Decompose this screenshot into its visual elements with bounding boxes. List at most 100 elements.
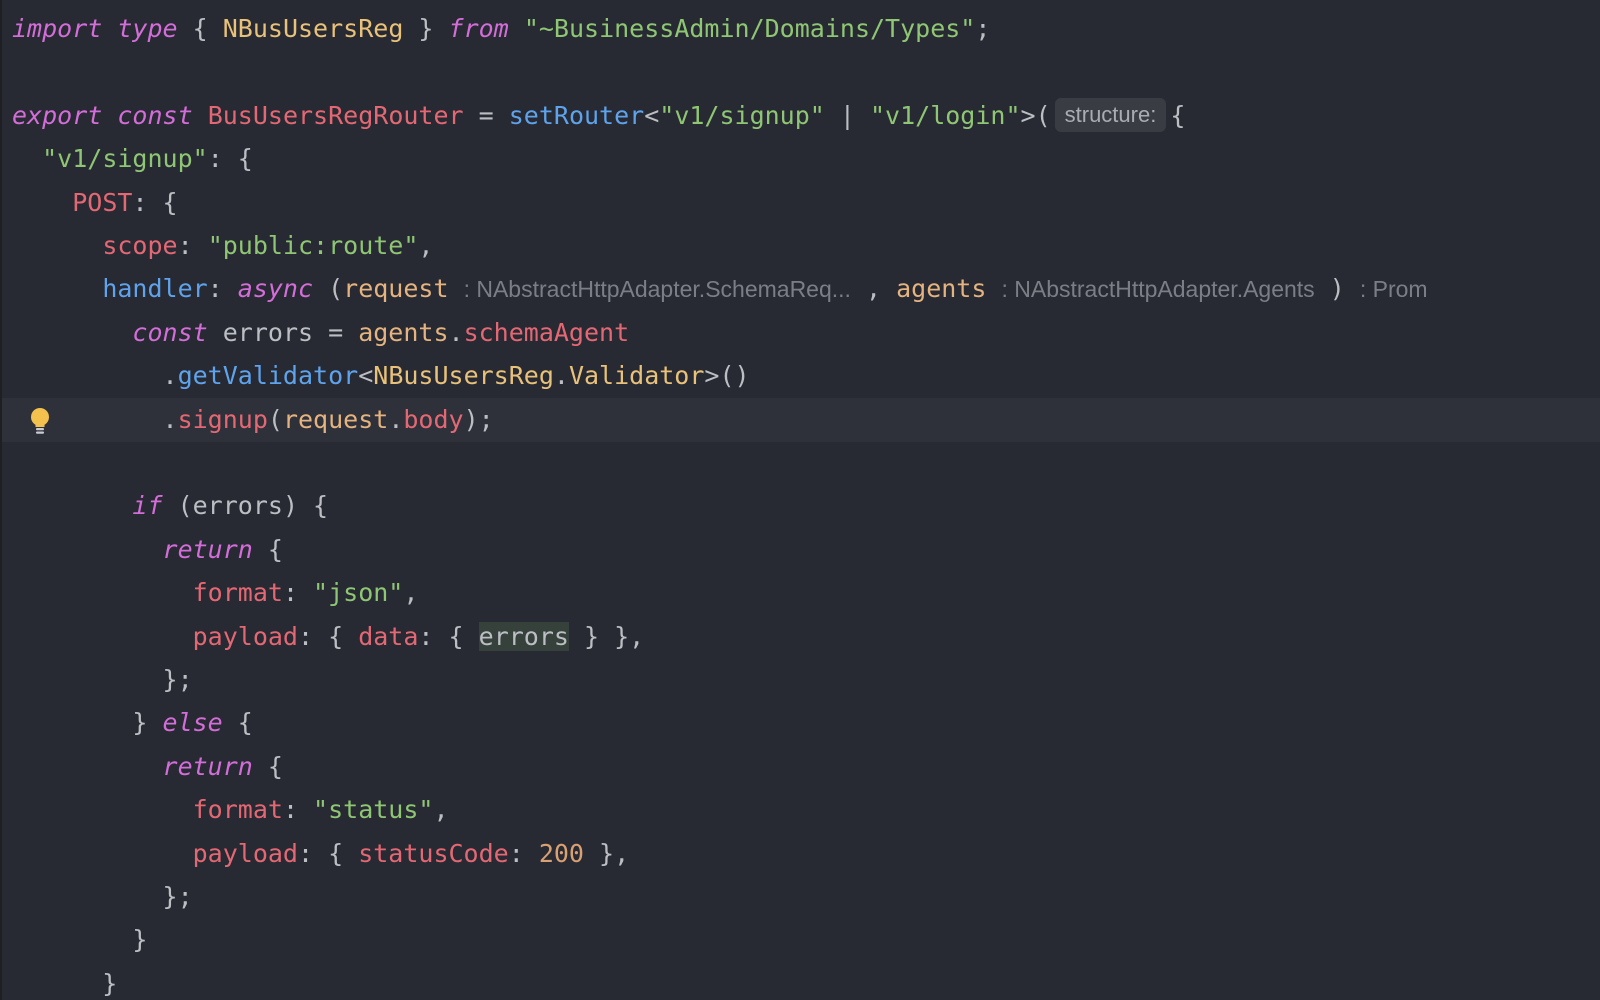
code-text: } else { bbox=[12, 701, 253, 745]
code-line[interactable] bbox=[2, 441, 1600, 485]
code-token: type bbox=[117, 14, 178, 43]
code-token: async bbox=[237, 274, 314, 304]
code-text: format: "json", bbox=[12, 571, 419, 615]
code-line[interactable] bbox=[2, 50, 1600, 94]
code-line[interactable]: return { bbox=[2, 528, 1600, 572]
code-line[interactable]: POST: { bbox=[2, 181, 1600, 225]
code-text: .getValidator<NBusUsersReg.Validator>() bbox=[12, 354, 750, 398]
code-line[interactable]: if (errors) { bbox=[2, 484, 1600, 528]
code-token: NBusUsersReg bbox=[373, 361, 554, 391]
code-line[interactable]: "v1/signup": { bbox=[2, 137, 1600, 181]
code-token: { bbox=[222, 708, 253, 738]
code-token: handler bbox=[102, 274, 208, 304]
code-token: >( bbox=[1020, 100, 1051, 130]
code-line[interactable]: .signup(request.body); bbox=[2, 397, 1600, 442]
code-line[interactable]: }; bbox=[2, 875, 1600, 919]
code-text: if (errors) { bbox=[12, 484, 328, 528]
code-line[interactable]: .getValidator<NBusUsersReg.Validator>() bbox=[2, 354, 1600, 398]
code-text: scope: "public:route", bbox=[12, 224, 433, 268]
code-text: "v1/signup": { bbox=[12, 137, 253, 181]
code-line[interactable]: format: "status", bbox=[2, 788, 1600, 832]
code-token: "~BusinessAdmin/Domains/Types" bbox=[523, 14, 976, 43]
code-line[interactable]: format: "json", bbox=[2, 571, 1600, 615]
code-token: ( bbox=[313, 274, 344, 304]
code-editor[interactable]: import type { NBusUsersReg } from "~Busi… bbox=[0, 0, 1600, 1000]
code-token: : { bbox=[297, 621, 359, 651]
code-token: ) bbox=[1314, 274, 1360, 304]
code-token: = bbox=[463, 100, 509, 130]
code-text: } bbox=[12, 918, 147, 962]
code-token: return bbox=[162, 751, 253, 781]
code-token: 200 bbox=[538, 838, 584, 868]
code-line[interactable]: const errors = agents.schemaAgent bbox=[2, 311, 1600, 355]
code-token: : bbox=[282, 578, 314, 608]
code-token: : bbox=[508, 838, 539, 868]
code-token: : bbox=[282, 795, 314, 825]
code-token: }, bbox=[583, 838, 630, 868]
code-token: : bbox=[207, 274, 238, 304]
code-text: const errors = agents.schemaAgent bbox=[12, 311, 629, 355]
code-token: . bbox=[388, 404, 404, 434]
code-text: payload: { statusCode: 200 }, bbox=[12, 832, 630, 876]
code-text: import type { NBusUsersReg } from "~Busi… bbox=[12, 7, 990, 51]
code-line[interactable]: scope: "public:route", bbox=[2, 224, 1600, 268]
code-text: payload: { data: { errors } }, bbox=[12, 615, 644, 659]
code-line[interactable]: payload: { data: { errors } }, bbox=[2, 615, 1600, 659]
code-line[interactable]: }; bbox=[2, 658, 1600, 702]
code-token: >() bbox=[704, 361, 750, 391]
code-token: , bbox=[850, 274, 897, 304]
code-line[interactable]: payload: { statusCode: 200 }, bbox=[2, 832, 1600, 876]
code-token: ); bbox=[463, 404, 494, 434]
code-token: POST bbox=[72, 187, 133, 217]
code-token: request bbox=[343, 274, 449, 304]
code-line[interactable]: import type { NBusUsersReg } from "~Busi… bbox=[2, 7, 1600, 51]
code-token: , bbox=[403, 578, 419, 608]
code-token: { bbox=[252, 751, 283, 781]
code-token: errors bbox=[478, 621, 569, 651]
code-token: . bbox=[553, 361, 569, 391]
code-line[interactable]: handler: async (request : NAbstractHttpA… bbox=[2, 267, 1600, 311]
code-token: , bbox=[433, 795, 449, 825]
code-token: }; bbox=[12, 665, 193, 694]
code-line[interactable]: export const BusUsersRegRouter = setRout… bbox=[2, 94, 1600, 138]
code-token: export bbox=[12, 100, 103, 130]
code-token: format bbox=[192, 795, 283, 825]
code-token: statusCode bbox=[358, 838, 509, 868]
code-line[interactable]: } bbox=[2, 918, 1600, 962]
code-token: : { bbox=[207, 144, 253, 174]
code-token: Validator bbox=[568, 361, 705, 391]
type-hint: : Prom bbox=[1359, 276, 1428, 303]
code-text: }; bbox=[12, 658, 193, 702]
code-text: }; bbox=[12, 875, 193, 919]
code-token: . bbox=[12, 404, 178, 434]
code-token: { bbox=[1170, 100, 1186, 130]
code-token: "v1/signup" bbox=[42, 144, 208, 174]
code-token: from bbox=[448, 14, 509, 43]
parameter-hint: structure: bbox=[1054, 97, 1167, 132]
code-token: < bbox=[644, 100, 660, 130]
code-token: } }, bbox=[568, 621, 645, 651]
code-token: "v1/signup" bbox=[659, 100, 825, 130]
code-text: } bbox=[12, 962, 117, 1000]
code-token: scope bbox=[102, 231, 178, 260]
code-token: ; bbox=[975, 14, 991, 43]
code-token: data bbox=[358, 621, 419, 651]
code-token: "public:route" bbox=[207, 231, 419, 260]
code-line[interactable]: } bbox=[2, 962, 1600, 1000]
code-line[interactable]: } else { bbox=[2, 701, 1600, 745]
code-line[interactable]: return { bbox=[2, 745, 1600, 789]
code-token: } bbox=[403, 14, 449, 43]
code-token: : { bbox=[297, 838, 359, 868]
code-token: } bbox=[12, 968, 118, 998]
code-token: else bbox=[162, 708, 223, 738]
code-token: NBusUsersReg bbox=[222, 14, 404, 43]
code-token: setRouter bbox=[508, 100, 645, 130]
